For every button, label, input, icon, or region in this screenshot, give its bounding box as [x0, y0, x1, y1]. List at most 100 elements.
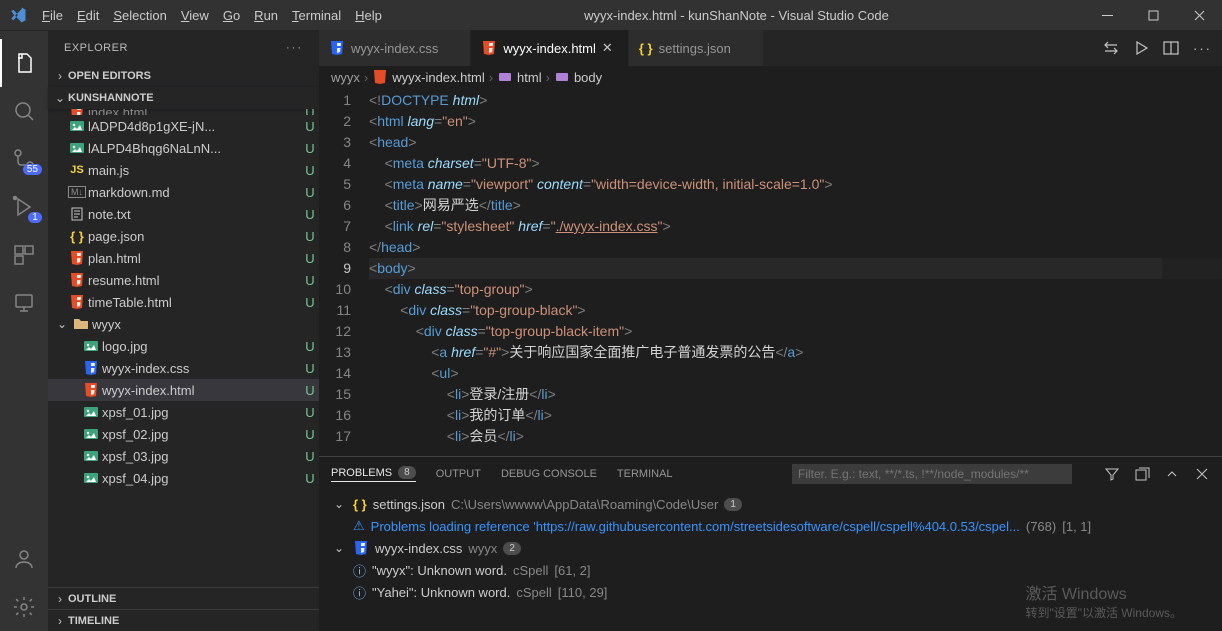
editor-tab[interactable]: wyyx-index.html✕	[471, 30, 628, 66]
json-icon: { }	[66, 229, 88, 244]
chevron-right-icon: ›	[52, 614, 68, 628]
code-editor[interactable]: 1234567891011121314151617 <!DOCTYPE html…	[319, 88, 1222, 456]
minimap[interactable]	[1162, 88, 1222, 456]
menu-terminal[interactable]: Terminal	[285, 8, 348, 23]
terminal-tab[interactable]: TERMINAL	[617, 468, 673, 480]
file-item[interactable]: note.txtU	[48, 203, 319, 225]
md-icon: M↓	[66, 186, 88, 198]
file-item[interactable]: wyyx-index.htmlU	[48, 379, 319, 401]
chevron-down-icon: ⌄	[52, 91, 68, 105]
debug-badge: 1	[28, 212, 42, 223]
file-item[interactable]: xpsf_02.jpgU	[48, 423, 319, 445]
menu-selection[interactable]: Selection	[106, 8, 173, 23]
workspace-section[interactable]: ⌄ KUNSHANNOTE	[48, 87, 319, 109]
account-activity-icon[interactable]	[0, 535, 48, 583]
window-controls	[1084, 0, 1222, 30]
open-editors-section[interactable]: › OPEN EDITORS	[48, 65, 319, 87]
editor-tab[interactable]: wyyx-index.css✕	[319, 30, 471, 66]
menu-view[interactable]: View	[174, 8, 216, 23]
problem-item[interactable]: ⚠ Problems loading reference 'https://ra…	[331, 515, 1210, 537]
close-button[interactable]	[1176, 0, 1222, 30]
file-item[interactable]: xpsf_03.jpgU	[48, 445, 319, 467]
outline-section[interactable]: › OUTLINE	[48, 587, 319, 609]
img-icon	[66, 140, 88, 156]
collapse-all-icon[interactable]	[1134, 466, 1150, 482]
window-title: wyyx-index.html - kunShanNote - Visual S…	[389, 8, 1084, 23]
editor-area: wyyx-index.css✕wyyx-index.html✕{ }settin…	[319, 30, 1222, 631]
file-item[interactable]: wyyx-index.cssU	[48, 357, 319, 379]
timeline-section[interactable]: › TIMELINE	[48, 609, 319, 631]
problem-item[interactable]: ⓘ "wyyx": Unknown word. cSpell [61, 2]	[331, 559, 1210, 581]
sidebar-more-icon[interactable]: ···	[286, 42, 303, 54]
settings-activity-icon[interactable]	[0, 583, 48, 631]
run-icon[interactable]	[1133, 40, 1149, 56]
img-icon	[80, 470, 102, 486]
tab-actions: ···	[1093, 30, 1222, 66]
info-icon: ⓘ	[353, 583, 366, 602]
problem-group[interactable]: ⌄{ } settings.json C:\Users\wwww\AppData…	[331, 493, 1210, 515]
menu-help[interactable]: Help	[348, 8, 389, 23]
file-item[interactable]: JSmain.jsU	[48, 159, 319, 181]
problems-list: ⌄{ } settings.json C:\Users\wwww\AppData…	[319, 491, 1222, 631]
img-icon	[66, 118, 88, 134]
minimize-button[interactable]	[1084, 0, 1130, 30]
explorer-activity-icon[interactable]	[0, 39, 48, 87]
menu-file[interactable]: File	[35, 8, 70, 23]
compare-changes-icon[interactable]	[1103, 40, 1119, 56]
close-panel-icon[interactable]	[1194, 466, 1210, 482]
editor-tab[interactable]: { }settings.json✕	[629, 30, 764, 66]
breadcrumbs[interactable]: wyyx › wyyx-index.html › html › body	[319, 66, 1222, 88]
editor-tabs: wyyx-index.css✕wyyx-index.html✕{ }settin…	[319, 30, 1222, 66]
problem-item[interactable]: ⓘ "Yahei": Unknown word. cSpell [110, 29…	[331, 581, 1210, 603]
extensions-activity-icon[interactable]	[0, 231, 48, 279]
js-icon: JS	[66, 164, 88, 176]
chevron-up-icon[interactable]	[1164, 466, 1180, 482]
scm-activity-icon[interactable]: 55	[0, 135, 48, 183]
info-icon: ⓘ	[353, 561, 366, 580]
file-item[interactable]: { }page.jsonU	[48, 225, 319, 247]
file-item[interactable]: logo.jpgU	[48, 335, 319, 357]
folder-icon	[70, 316, 92, 332]
maximize-button[interactable]	[1130, 0, 1176, 30]
code-lines[interactable]: <!DOCTYPE html> <html lang="en"> <head> …	[369, 88, 1222, 456]
explorer-sidebar: EXPLORER ··· › OPEN EDITORS ⌄ KUNSHANNOT…	[48, 30, 319, 631]
img-icon	[80, 338, 102, 354]
remote-activity-icon[interactable]	[0, 279, 48, 327]
file-item[interactable]: xpsf_04.jpgU	[48, 467, 319, 489]
html5-icon	[80, 382, 102, 398]
menu-edit[interactable]: Edit	[70, 8, 106, 23]
sidebar-header: EXPLORER ···	[48, 30, 319, 65]
title-bar: FileEditSelectionViewGoRunTerminalHelp w…	[0, 0, 1222, 30]
chevron-right-icon: ›	[52, 592, 68, 606]
file-item[interactable]: xpsf_01.jpgU	[48, 401, 319, 423]
search-activity-icon[interactable]	[0, 87, 48, 135]
line-gutter: 1234567891011121314151617	[319, 88, 369, 456]
scm-badge: 55	[23, 164, 42, 175]
folder-item[interactable]: ⌄wyyx	[48, 313, 319, 335]
problems-tab[interactable]: PROBLEMS 8	[331, 466, 416, 482]
split-editor-icon[interactable]	[1163, 40, 1179, 56]
close-tab-icon[interactable]: ✕	[602, 40, 618, 56]
file-item[interactable]: resume.htmlU	[48, 269, 319, 291]
debug-console-tab[interactable]: DEBUG CONSOLE	[501, 468, 597, 480]
file-item[interactable]: M↓markdown.mdU	[48, 181, 319, 203]
panel-tabs: PROBLEMS 8 OUTPUT DEBUG CONSOLE TERMINAL	[319, 457, 1222, 491]
more-icon[interactable]: ···	[1193, 41, 1212, 56]
filter-icon[interactable]	[1104, 466, 1120, 482]
menu-go[interactable]: Go	[216, 8, 247, 23]
img-icon	[80, 448, 102, 464]
filter-input[interactable]	[792, 464, 1072, 484]
file-item[interactable]: timeTable.htmlU	[48, 291, 319, 313]
file-item[interactable]: lALPD4Bhqg6NaLnN...U	[48, 137, 319, 159]
file-item[interactable]: plan.htmlU	[48, 247, 319, 269]
file-item[interactable]: lADPD4d8p1gXE-jN...U	[48, 115, 319, 137]
problem-group[interactable]: ⌄ wyyx-index.css wyyx 2	[331, 537, 1210, 559]
bottom-panel: PROBLEMS 8 OUTPUT DEBUG CONSOLE TERMINAL…	[319, 456, 1222, 631]
sidebar-title: EXPLORER	[64, 42, 128, 54]
menu-run[interactable]: Run	[247, 8, 285, 23]
img-icon	[80, 404, 102, 420]
output-tab[interactable]: OUTPUT	[436, 468, 481, 480]
run-activity-icon[interactable]: 1	[0, 183, 48, 231]
html5-icon	[66, 250, 88, 266]
chevron-right-icon: ›	[52, 69, 68, 83]
